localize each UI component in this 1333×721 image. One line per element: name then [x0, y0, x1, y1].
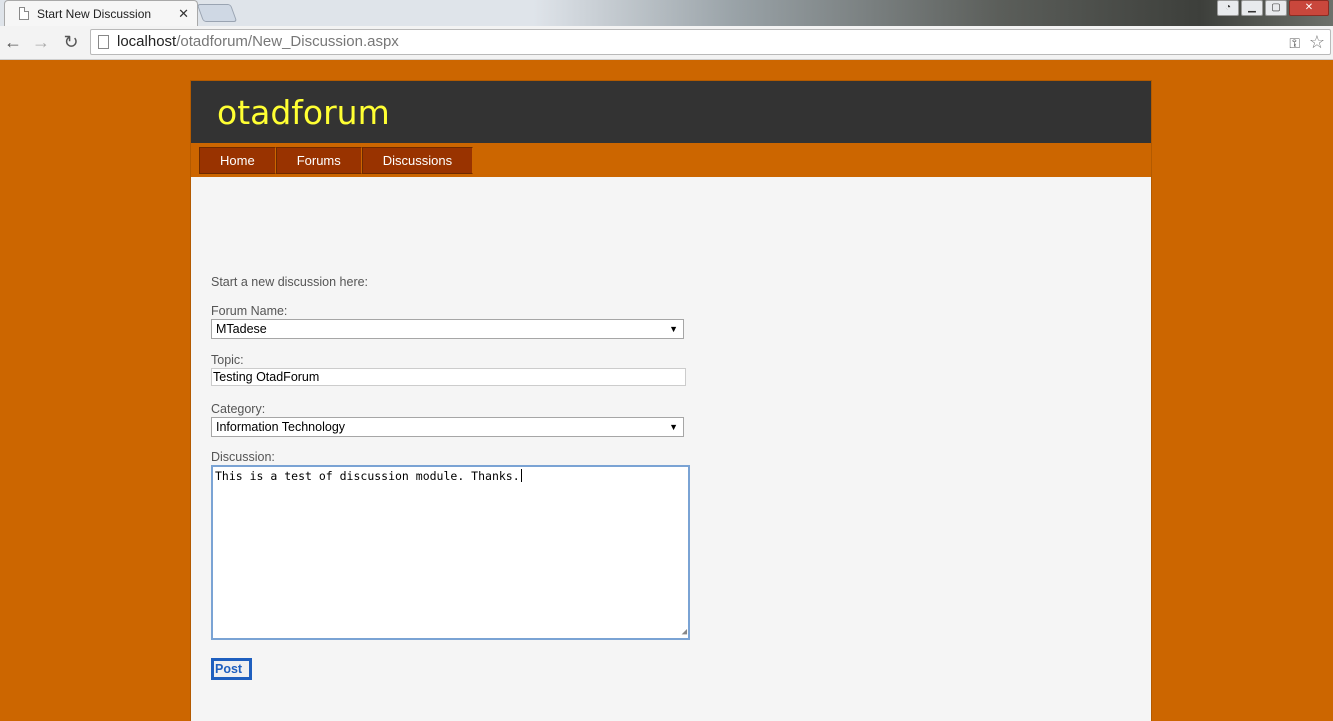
discussion-text: This is a test of discussion module. Tha… [215, 469, 520, 483]
back-arrow-icon[interactable]: ← [2, 31, 24, 53]
forum-name-label: Forum Name: [211, 304, 288, 318]
browser-tab[interactable]: Start New Discussion ✕ [4, 0, 198, 26]
url-path: /otadforum/New_Discussion.aspx [176, 33, 399, 50]
nav-discussions[interactable]: Discussions [361, 147, 474, 174]
dropdown-arrow-icon: ▼ [669, 324, 678, 334]
discussion-textarea[interactable]: This is a test of discussion module. Tha… [211, 465, 690, 640]
close-window-icon[interactable]: ✕ [1289, 0, 1329, 16]
site-container: otadforum Home Forums Discussions Start … [190, 80, 1152, 721]
text-cursor [520, 469, 522, 482]
nav-home[interactable]: Home [199, 147, 276, 174]
user-icon[interactable]: ◔ [1217, 0, 1239, 16]
site-nav: Home Forums Discussions [191, 143, 1151, 177]
new-tab-button[interactable] [196, 4, 238, 22]
site-header: otadforum [191, 81, 1151, 143]
window-controls: ◔ ▁ ▢ ✕ [1217, 0, 1329, 16]
reload-icon[interactable]: ↻ [60, 31, 82, 53]
bookmark-star-icon[interactable]: ☆ [1309, 30, 1325, 54]
forum-name-value: MTadese [216, 322, 267, 336]
dropdown-arrow-icon: ▼ [669, 422, 678, 432]
topic-input[interactable]: Testing OtadForum [211, 368, 686, 386]
address-bar[interactable]: localhost/otadforum/New_Discussion.aspx … [90, 29, 1331, 55]
site-logo[interactable]: otadforum [217, 81, 1151, 145]
category-value: Information Technology [216, 420, 346, 434]
form-intro: Start a new discussion here: [211, 275, 369, 289]
resize-grip-icon[interactable]: ◢ [682, 628, 687, 637]
nav-forums[interactable]: Forums [275, 147, 362, 174]
tab-close-icon[interactable]: ✕ [178, 6, 189, 22]
category-label: Category: [211, 402, 266, 416]
url-host: localhost [117, 33, 177, 50]
category-select[interactable]: Information Technology ▼ [211, 417, 684, 437]
minimize-icon[interactable]: ▁ [1241, 0, 1263, 16]
tab-title: Start New Discussion [37, 6, 152, 21]
topic-label: Topic: [211, 353, 244, 367]
browser-toolbar: ← → ↻ localhost/otadforum/New_Discussion… [0, 26, 1333, 60]
key-icon[interactable]: ⚿ [1289, 31, 1300, 55]
forum-name-select[interactable]: MTadese ▼ [211, 319, 684, 339]
discussion-label: Discussion: [211, 450, 275, 464]
discussion-form: Start a new discussion here: Forum Name:… [191, 177, 1151, 680]
maximize-icon[interactable]: ▢ [1265, 0, 1287, 16]
browser-titlebar: Start New Discussion ✕ ◔ ▁ ▢ ✕ [0, 0, 1333, 26]
document-icon [98, 35, 109, 49]
forward-arrow-icon[interactable]: → [30, 31, 52, 53]
post-button[interactable]: Post [211, 658, 252, 680]
page-icon [19, 7, 29, 20]
